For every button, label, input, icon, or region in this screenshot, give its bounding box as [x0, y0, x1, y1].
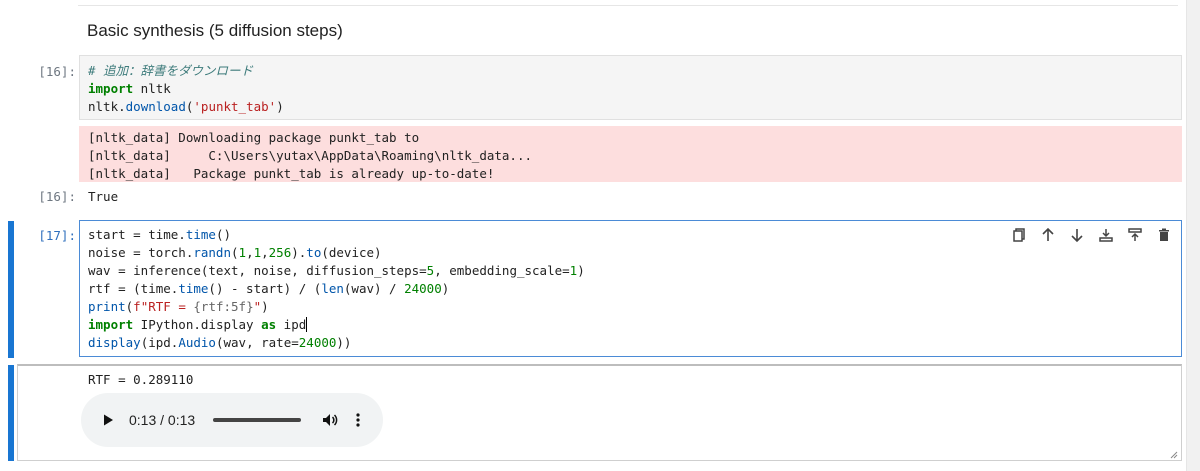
stderr-line: [nltk_data] Package punkt_tab is already…	[88, 166, 495, 181]
scrollbar-track[interactable]	[1186, 0, 1200, 471]
audio-time: 0:13 / 0:13	[129, 412, 196, 428]
markdown-heading: Basic synthesis (5 diffusion steps)	[87, 21, 343, 40]
code-line: # 追加：辞書をダウンロード	[88, 63, 254, 78]
insert-above-icon[interactable]	[1097, 226, 1114, 243]
input-prompt-17: [17]:	[38, 228, 76, 243]
stdout-output: RTF = 0.289110	[88, 372, 194, 387]
text-cursor	[306, 317, 308, 332]
volume-icon[interactable]	[321, 411, 339, 429]
cell-divider	[78, 0, 1178, 6]
execute-result: True	[88, 189, 119, 204]
resize-handle-icon[interactable]	[1168, 449, 1178, 459]
input-prompt-16: [16]:	[38, 64, 76, 79]
copy-icon[interactable]	[1010, 226, 1027, 243]
code-cell-16[interactable]: # 追加：辞書をダウンロード import nltk nltk.download…	[79, 55, 1182, 120]
stderr-line: [nltk_data] Downloading package punkt_ta…	[88, 130, 420, 145]
audio-progress-bar[interactable]	[213, 418, 301, 422]
play-icon[interactable]	[101, 413, 115, 427]
cell-toolbar	[1010, 226, 1172, 243]
stderr-line: [nltk_data] C:\Users\yutax\AppData\Roami…	[88, 148, 533, 163]
insert-below-icon[interactable]	[1126, 226, 1143, 243]
more-options-icon[interactable]	[349, 411, 367, 429]
audio-player: 0:13 / 0:13	[81, 393, 383, 447]
output-prompt-16: [16]:	[38, 189, 76, 204]
stderr-output: [nltk_data] Downloading package punkt_ta…	[79, 126, 1182, 182]
output-indicator[interactable]	[8, 365, 14, 461]
delete-icon[interactable]	[1155, 226, 1172, 243]
move-up-icon[interactable]	[1039, 226, 1056, 243]
move-down-icon[interactable]	[1068, 226, 1085, 243]
